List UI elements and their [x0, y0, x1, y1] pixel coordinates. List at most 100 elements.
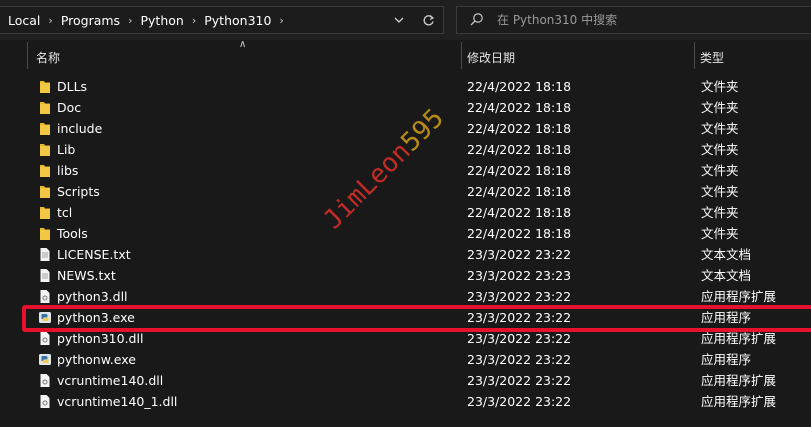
- file-date: 22/4/2022 18:18: [467, 142, 572, 157]
- search-icon: [470, 13, 483, 26]
- file-row[interactable]: python310.dll 23/3/2022 23:22 应用程序扩展: [0, 328, 811, 349]
- chevron-right-icon[interactable]: ›: [128, 14, 132, 27]
- file-type: 文件夹: [701, 121, 739, 136]
- file-date: 23/3/2022 23:22: [467, 352, 572, 367]
- file-name: vcruntime140.dll: [57, 373, 164, 388]
- folder-icon: [38, 184, 52, 199]
- file-name: include: [57, 121, 103, 136]
- file-type: 应用程序: [701, 310, 752, 325]
- file-row[interactable]: python3.dll 23/3/2022 23:22 应用程序扩展: [0, 286, 811, 307]
- file-name: python310.dll: [57, 331, 144, 346]
- file-date: 22/4/2022 18:18: [467, 226, 572, 241]
- file-name: Scripts: [57, 184, 100, 199]
- file-name: libs: [57, 163, 79, 178]
- file-name: tcl: [57, 205, 73, 220]
- dll-file-icon: [38, 289, 52, 304]
- column-header-name[interactable]: 名称: [36, 49, 60, 66]
- column-header-type[interactable]: 类型: [700, 49, 724, 66]
- column-header-row: 名称 修改日期 类型: [0, 40, 811, 70]
- file-name: LICENSE.txt: [57, 247, 131, 262]
- file-name: Doc: [57, 100, 82, 115]
- refresh-button[interactable]: [417, 10, 439, 30]
- file-row[interactable]: Doc 22/4/2022 18:18 文件夹: [0, 97, 811, 118]
- file-date: 23/3/2022 23:22: [467, 310, 572, 325]
- file-name: python3.dll: [57, 289, 128, 304]
- file-type: 文件夹: [701, 142, 739, 157]
- file-row[interactable]: tcl 22/4/2022 18:18 文件夹: [0, 202, 811, 223]
- chevron-right-icon[interactable]: ›: [279, 14, 283, 27]
- python-exe-icon: [38, 352, 52, 367]
- breadcrumb-python310[interactable]: Python310: [204, 13, 271, 28]
- file-type: 文件夹: [701, 205, 739, 220]
- folder-icon: [38, 205, 52, 220]
- chevron-right-icon[interactable]: ›: [48, 14, 52, 27]
- file-date: 22/4/2022 18:18: [467, 100, 572, 115]
- file-date: 22/4/2022 18:18: [467, 163, 572, 178]
- file-date: 23/3/2022 23:22: [467, 394, 572, 409]
- file-row[interactable]: DLLs 22/4/2022 18:18 文件夹: [0, 76, 811, 97]
- file-type: 应用程序: [701, 352, 752, 367]
- file-row[interactable]: NEWS.txt 23/3/2022 23:23 文本文档: [0, 265, 811, 286]
- file-date: 23/3/2022 23:22: [467, 331, 572, 346]
- folder-icon: [38, 100, 52, 115]
- file-row[interactable]: Scripts 22/4/2022 18:18 文件夹: [0, 181, 811, 202]
- search-box[interactable]: 在 Python310 中搜索: [456, 6, 811, 34]
- file-name: vcruntime140_1.dll: [57, 394, 178, 409]
- file-date: 23/3/2022 23:22: [467, 373, 572, 388]
- file-date: 23/3/2022 23:22: [467, 289, 572, 304]
- file-date: 22/4/2022 18:18: [467, 121, 572, 136]
- breadcrumb: Local › Programs › Python › Python310 ›: [8, 7, 292, 33]
- file-type: 文件夹: [701, 100, 739, 115]
- address-history-button[interactable]: [388, 10, 410, 30]
- refresh-icon: [423, 14, 434, 25]
- file-type: 文本文档: [701, 247, 752, 262]
- breadcrumb-python[interactable]: Python: [140, 13, 183, 28]
- dll-file-icon: [38, 331, 52, 346]
- breadcrumb-local[interactable]: Local: [8, 13, 40, 28]
- file-type: 文本文档: [701, 268, 752, 283]
- column-divider[interactable]: [27, 42, 28, 69]
- file-type: 文件夹: [701, 79, 739, 94]
- file-name: NEWS.txt: [57, 268, 116, 283]
- file-name: python3.exe: [57, 310, 135, 325]
- file-date: 23/3/2022 23:23: [467, 268, 572, 283]
- file-type: 应用程序扩展: [701, 373, 777, 388]
- file-row[interactable]: LICENSE.txt 23/3/2022 23:22 文本文档: [0, 244, 811, 265]
- folder-icon: [38, 79, 52, 94]
- file-row[interactable]: pythonw.exe 23/3/2022 23:22 应用程序: [0, 349, 811, 370]
- search-input[interactable]: 在 Python310 中搜索: [497, 7, 617, 33]
- python-exe-icon: [38, 310, 52, 325]
- file-type: 应用程序扩展: [701, 394, 777, 409]
- file-name: DLLs: [57, 79, 88, 94]
- text-file-icon: [38, 247, 52, 262]
- address-bar[interactable]: Local › Programs › Python › Python310 ›: [0, 6, 444, 34]
- file-row[interactable]: python3.exe 23/3/2022 23:22 应用程序: [0, 307, 811, 328]
- toolbar: Local › Programs › Python › Python310 › …: [0, 0, 811, 40]
- file-date: 22/4/2022 18:18: [467, 205, 572, 220]
- file-row[interactable]: Tools 22/4/2022 18:18 文件夹: [0, 223, 811, 244]
- file-date: 22/4/2022 18:18: [467, 184, 572, 199]
- column-divider[interactable]: [694, 42, 695, 69]
- sort-ascending-icon: ∧: [239, 39, 247, 50]
- chevron-down-icon: [394, 17, 404, 23]
- file-row[interactable]: vcruntime140.dll 23/3/2022 23:22 应用程序扩展: [0, 370, 811, 391]
- column-header-modified[interactable]: 修改日期: [467, 49, 515, 66]
- folder-icon: [38, 121, 52, 136]
- breadcrumb-programs[interactable]: Programs: [61, 13, 120, 28]
- chevron-right-icon[interactable]: ›: [192, 14, 196, 27]
- folder-icon: [38, 142, 52, 157]
- folder-icon: [38, 226, 52, 241]
- file-type: 文件夹: [701, 226, 739, 241]
- dll-file-icon: [38, 394, 52, 409]
- column-divider[interactable]: [461, 42, 462, 69]
- file-type: 应用程序扩展: [701, 289, 777, 304]
- file-name: Tools: [57, 226, 88, 241]
- file-type: 应用程序扩展: [701, 331, 777, 346]
- text-file-icon: [38, 268, 52, 283]
- dll-file-icon: [38, 373, 52, 388]
- file-name: Lib: [57, 142, 76, 157]
- file-type: 文件夹: [701, 163, 739, 178]
- file-type: 文件夹: [701, 184, 739, 199]
- file-row[interactable]: vcruntime140_1.dll 23/3/2022 23:22 应用程序扩展: [0, 391, 811, 412]
- file-date: 23/3/2022 23:22: [467, 247, 572, 262]
